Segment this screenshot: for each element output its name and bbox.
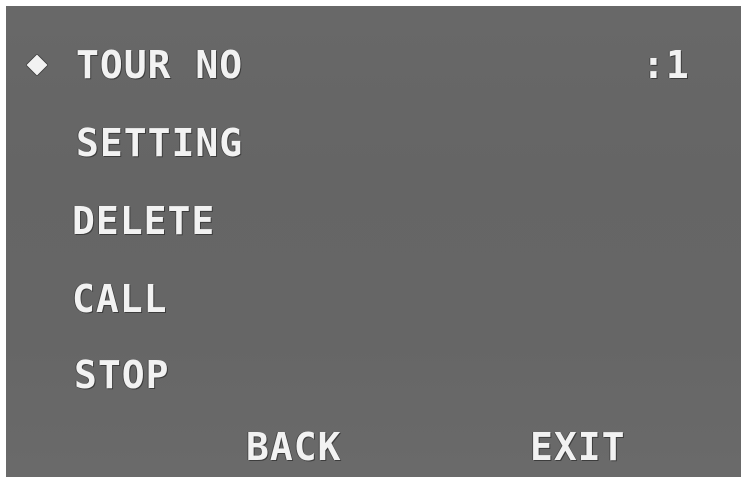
menu-item-delete[interactable]: DELETE [72,201,215,241]
osd-menu-screen: TOUR NO :1 SETTING DELETE CALL STOP BACK… [6,6,741,477]
menu-item-call[interactable]: CALL [72,279,168,319]
diamond-cursor-icon [26,54,48,76]
menu-item-setting[interactable]: SETTING [76,123,243,163]
tour-no-value[interactable]: :1 [642,45,690,85]
back-button[interactable]: BACK [246,427,342,467]
menu-item-tour-no[interactable]: TOUR NO [76,45,243,85]
exit-button[interactable]: EXIT [530,427,626,467]
menu-item-stop[interactable]: STOP [74,355,170,395]
